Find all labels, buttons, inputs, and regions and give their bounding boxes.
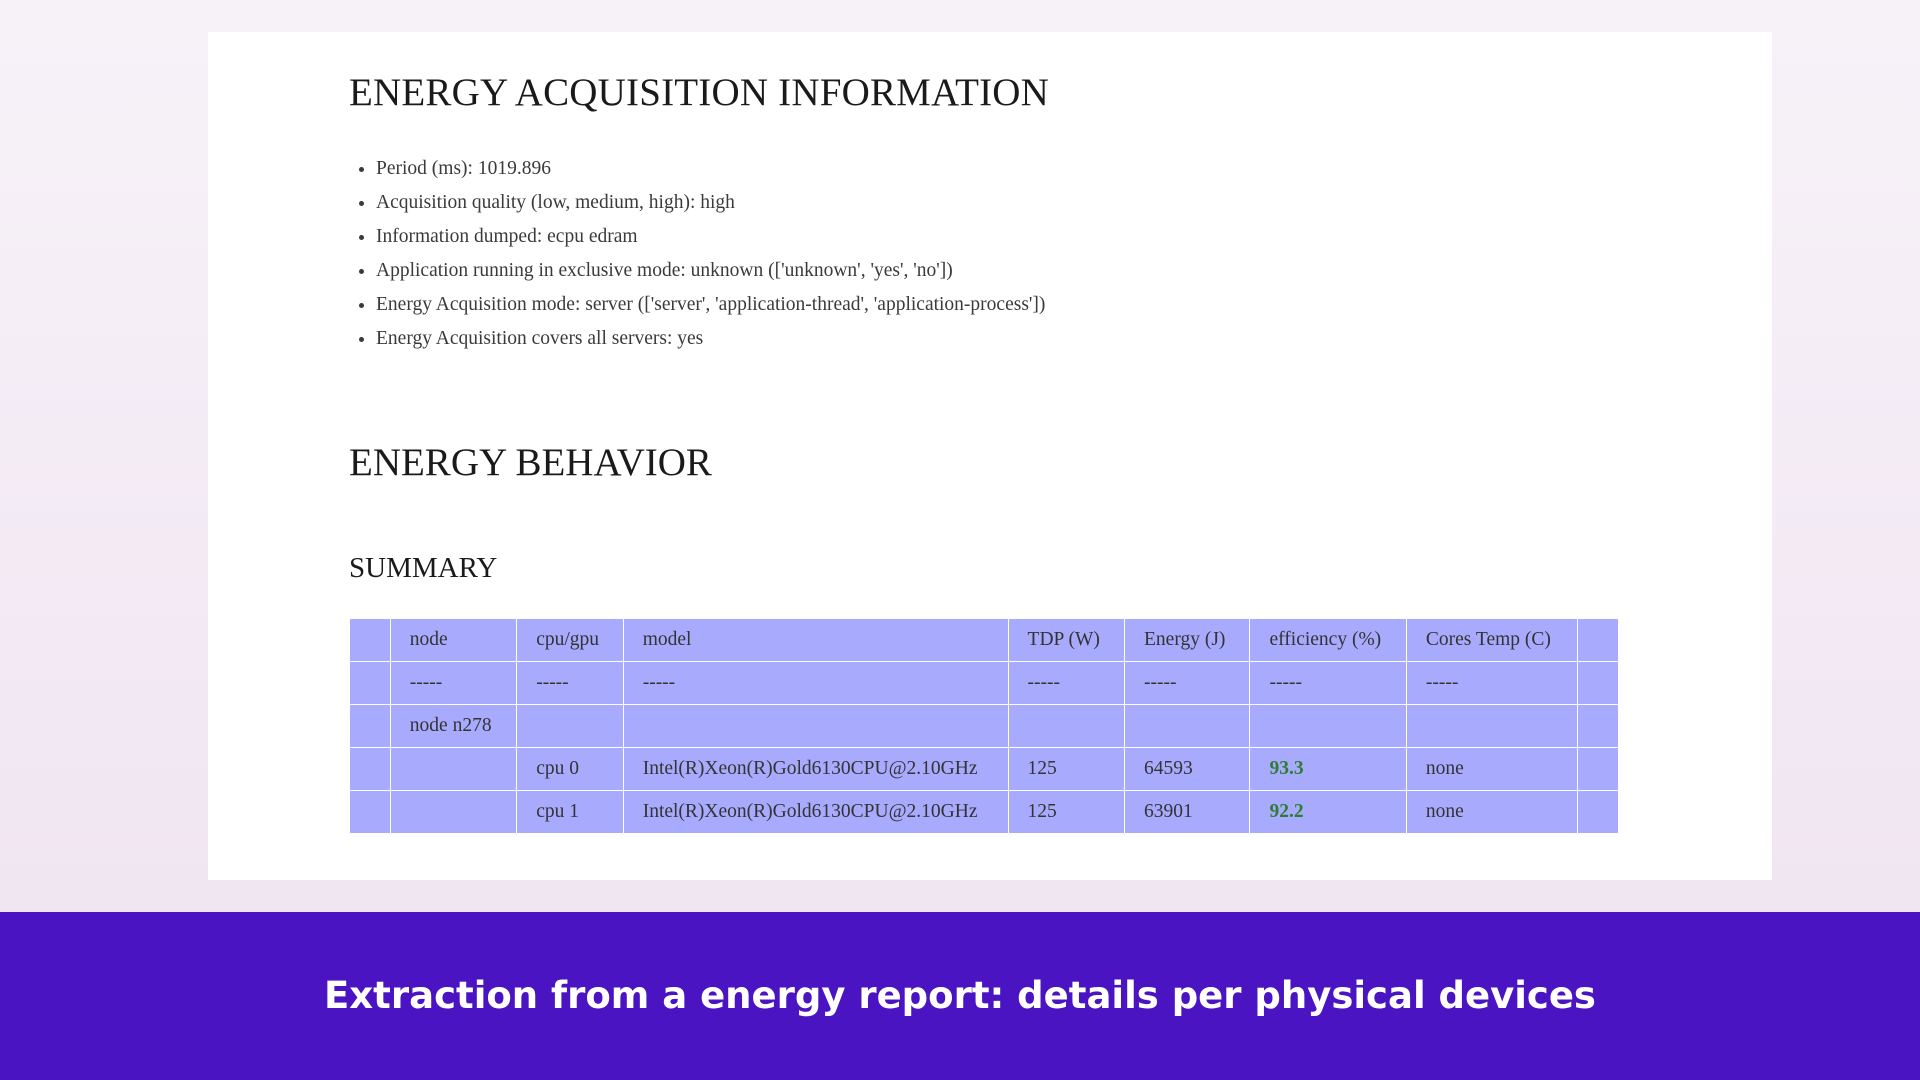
efficiency-cell: 93.3 (1249, 747, 1407, 791)
table-cell (349, 790, 391, 834)
table-cell (349, 704, 391, 748)
energy-cell: 63901 (1124, 790, 1251, 834)
table-cell: ----- (622, 661, 1009, 705)
tdp-cell: 125 (1007, 790, 1126, 834)
table-row-cpu1: cpu 1 Intel(R)Xeon(R)Gold6130CPU@2.10GHz… (349, 790, 1619, 834)
header-cell-cores-temp: Cores Temp (C) (1405, 618, 1579, 662)
table-cell (389, 790, 518, 834)
energy-cell: 64593 (1124, 747, 1251, 791)
info-item-quality: Acquisition quality (low, medium, high):… (376, 186, 1045, 220)
behavior-heading: ENERGY BEHAVIOR (349, 441, 712, 484)
table-cell: ----- (1124, 661, 1251, 705)
header-cell-energy: Energy (J) (1124, 618, 1251, 662)
header-cell-empty (1577, 618, 1619, 662)
model-cell: Intel(R)Xeon(R)Gold6130CPU@2.10GHz (622, 747, 1009, 791)
info-item-period: Period (ms): 1019.896 (376, 152, 1045, 186)
table-cell: ----- (516, 661, 624, 705)
table-cell (1577, 747, 1619, 791)
table-row-cpu0: cpu 0 Intel(R)Xeon(R)Gold6130CPU@2.10GHz… (349, 747, 1619, 791)
table-cell (349, 747, 391, 791)
header-cell-tdp: TDP (W) (1007, 618, 1126, 662)
header-cell-efficiency: efficiency (%) (1249, 618, 1407, 662)
acquisition-heading: ENERGY ACQUISITION INFORMATION (349, 71, 1050, 114)
efficiency-value: 92.2 (1269, 801, 1304, 822)
table-header-row: node cpu/gpu model TDP (W) Energy (J) ef… (349, 618, 1619, 662)
table-cell: ----- (1405, 661, 1579, 705)
info-item-exclusive-mode: Application running in exclusive mode: u… (376, 254, 1045, 288)
summary-table: node cpu/gpu model TDP (W) Energy (J) ef… (349, 618, 1619, 834)
efficiency-value: 93.3 (1269, 758, 1304, 779)
table-cell (349, 661, 391, 705)
summary-heading: SUMMARY (349, 552, 498, 584)
caption-text: Extraction from a energy report: details… (324, 973, 1596, 1017)
table-cell (1405, 704, 1579, 748)
table-row-node: node n278 (349, 704, 1619, 748)
table-cell (1249, 704, 1407, 748)
info-item-acquisition-mode: Energy Acquisition mode: server (['serve… (376, 288, 1045, 322)
device-cell: cpu 0 (516, 747, 624, 791)
table-cell (1577, 704, 1619, 748)
cores-temp-cell: none (1405, 790, 1579, 834)
model-cell: Intel(R)Xeon(R)Gold6130CPU@2.10GHz (622, 790, 1009, 834)
table-cell (516, 704, 624, 748)
caption-banner: Extraction from a energy report: details… (0, 912, 1920, 1080)
table-cell: ----- (389, 661, 518, 705)
cores-temp-cell: none (1405, 747, 1579, 791)
table-cell (1007, 704, 1126, 748)
table-cell (1577, 661, 1619, 705)
acquisition-info-list: Period (ms): 1019.896 Acquisition qualit… (349, 152, 1045, 356)
efficiency-cell: 92.2 (1249, 790, 1407, 834)
device-cell: cpu 1 (516, 790, 624, 834)
header-cell-empty (349, 618, 391, 662)
table-cell (1577, 790, 1619, 834)
table-cell (1124, 704, 1251, 748)
table-cell: ----- (1249, 661, 1407, 705)
node-name-cell: node n278 (389, 704, 518, 748)
table-separator-row: ----- ----- ----- ----- ----- ----- ----… (349, 661, 1619, 705)
table-cell: ----- (1007, 661, 1126, 705)
table-cell (622, 704, 1009, 748)
header-cell-model: model (622, 618, 1009, 662)
tdp-cell: 125 (1007, 747, 1126, 791)
report-document: ENERGY ACQUISITION INFORMATION Period (m… (208, 32, 1772, 880)
table-cell (389, 747, 518, 791)
info-item-dumped: Information dumped: ecpu edram (376, 220, 1045, 254)
info-item-covers-servers: Energy Acquisition covers all servers: y… (376, 322, 1045, 356)
header-cell-cpu-gpu: cpu/gpu (516, 618, 624, 662)
header-cell-node: node (389, 618, 518, 662)
